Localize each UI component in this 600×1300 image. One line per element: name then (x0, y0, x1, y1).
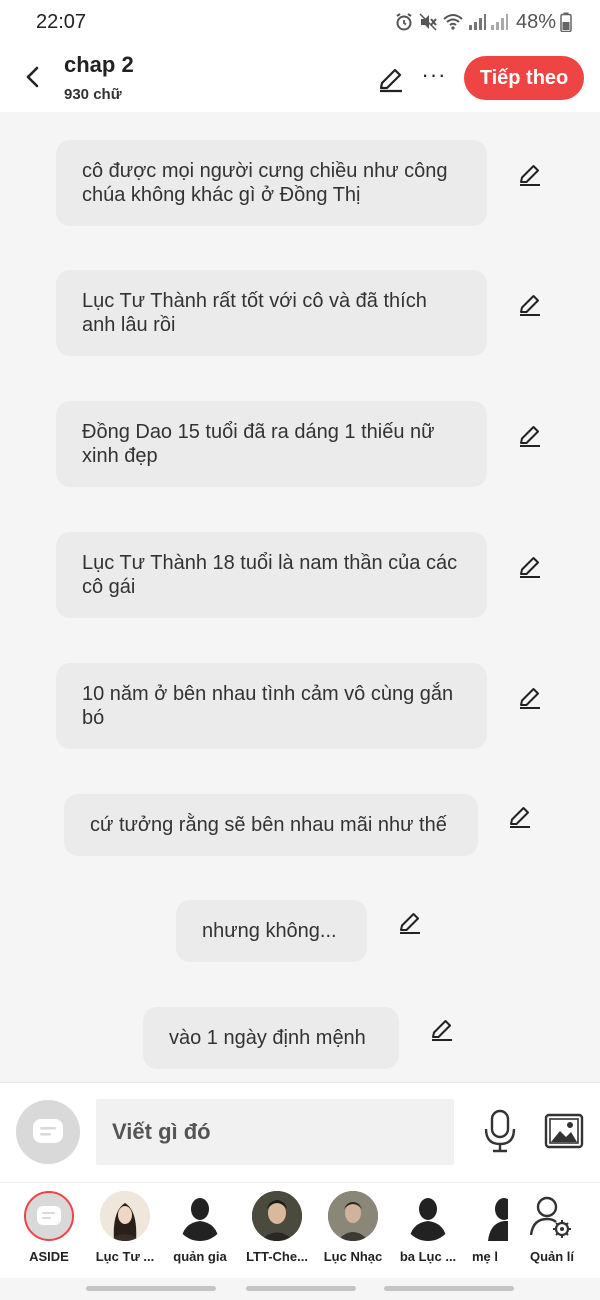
character-item[interactable]: quản gia (163, 1191, 237, 1275)
edit-message-button[interactable] (516, 552, 544, 580)
message-text: cô được mọi người cưng chiều như công ch… (82, 160, 448, 206)
message-text: cứ tưởng rằng sẽ bên nhau mãi như thế (90, 814, 447, 836)
nav-pill[interactable] (246, 1286, 356, 1291)
character-name: quản gia (173, 1249, 227, 1264)
pencil-icon (520, 295, 540, 316)
battery-percent: 48% (515, 10, 556, 33)
system-nav-bar (0, 1278, 600, 1300)
chat-icon (33, 1119, 63, 1143)
character-item[interactable]: Lục Tư ... (88, 1191, 162, 1275)
message-bubble[interactable]: Đồng Dao 15 tuổi đã ra dáng 1 thiếu nữ x… (56, 401, 487, 487)
message-text: Đồng Dao 15 tuổi đã ra dáng 1 thiếu nữ x… (82, 421, 435, 467)
nav-pill[interactable] (86, 1286, 216, 1291)
nav-pill[interactable] (384, 1286, 514, 1291)
character-aside[interactable]: ASIDE (12, 1191, 86, 1275)
pencil-icon (400, 913, 420, 934)
status-time: 22:07 (36, 11, 87, 33)
edit-title-button[interactable] (376, 64, 406, 94)
pencil-icon (520, 557, 540, 578)
user-settings-icon (529, 1196, 571, 1238)
pencil-icon (520, 426, 540, 447)
message-text: nhưng không... (202, 920, 337, 942)
pencil-icon (379, 68, 402, 93)
character-name: mẹ l (472, 1249, 499, 1264)
silhouette-icon (409, 1198, 447, 1241)
character-name: Lục Tư ... (95, 1249, 155, 1264)
character-name: LTT-Che... (246, 1249, 308, 1264)
pencil-icon (432, 1020, 452, 1041)
voice-input-button[interactable] (480, 1107, 520, 1155)
mute-icon (418, 12, 438, 32)
microphone-icon (484, 1109, 516, 1153)
avatar (484, 1191, 508, 1241)
message-bubble[interactable]: vào 1 ngày định mệnh (143, 1007, 399, 1069)
back-arrow-icon (26, 66, 39, 88)
status-icons: 48% (394, 10, 572, 34)
editor-header: chap 2 930 chữ ··· Tiếp theo (0, 44, 600, 112)
character-item[interactable]: mẹ l (458, 1191, 508, 1275)
character-name: ba Lục ... (399, 1249, 457, 1264)
message-bubble[interactable]: 10 năm ở bên nhau tình cảm vô cùng gắn b… (56, 663, 487, 749)
message-bubble[interactable]: Lục Tư Thành rất tốt với cô và đã thích … (56, 270, 487, 356)
edit-message-button[interactable] (516, 421, 544, 449)
manage-characters-button[interactable]: Quản lí (516, 1191, 588, 1275)
status-bar: 22:07 48% (0, 0, 600, 44)
composer (0, 1082, 600, 1183)
edit-message-button[interactable] (516, 160, 544, 188)
edit-message-button[interactable] (516, 683, 544, 711)
edit-message-button[interactable] (428, 1015, 456, 1043)
avatar (175, 1191, 225, 1241)
signal-icon (468, 13, 486, 31)
insert-image-button[interactable] (544, 1111, 584, 1151)
pencil-icon (520, 165, 540, 186)
message-bubble[interactable]: cứ tưởng rằng sẽ bên nhau mãi như thế (64, 794, 478, 856)
character-name: Lục Nhạc (323, 1249, 383, 1264)
pencil-icon (520, 688, 540, 709)
message-bubble[interactable]: cô được mọi người cưng chiều như công ch… (56, 140, 487, 226)
silhouette-icon (488, 1198, 508, 1241)
edit-message-button[interactable] (506, 802, 534, 830)
battery-icon (560, 12, 572, 32)
image-icon (544, 1113, 584, 1149)
silhouette-icon (181, 1198, 219, 1241)
avatar (403, 1191, 453, 1241)
back-button[interactable] (18, 62, 48, 92)
chat-icon (37, 1206, 61, 1225)
message-text: vào 1 ngày định mệnh (169, 1027, 366, 1049)
character-item[interactable]: Lục Nhạc (316, 1191, 390, 1275)
message-list: cô được mọi người cưng chiều như công ch… (0, 112, 600, 1082)
next-button[interactable]: Tiếp theo (464, 56, 584, 100)
message-text: Lục Tư Thành rất tốt với cô và đã thích … (82, 290, 427, 336)
avatar (252, 1191, 302, 1241)
character-name: ASIDE (29, 1249, 69, 1264)
message-text: 10 năm ở bên nhau tình cảm vô cùng gắn b… (82, 683, 454, 729)
character-item[interactable]: LTT-Che... (240, 1191, 314, 1275)
more-options-button[interactable]: ··· (420, 64, 448, 94)
alarm-icon (394, 12, 414, 32)
wifi-icon (442, 12, 464, 32)
edit-message-button[interactable] (516, 290, 544, 318)
character-bar: ASIDE Lục Tư ... quản gia LTT-Che... Lục… (0, 1182, 600, 1279)
signal-icon-2 (490, 13, 508, 31)
avatar (24, 1191, 74, 1241)
chapter-title: chap 2 (64, 52, 134, 77)
message-bubble[interactable]: nhưng không... (176, 900, 367, 962)
edit-message-button[interactable] (396, 908, 424, 936)
avatar (100, 1191, 150, 1241)
character-name: Quản lí (529, 1249, 575, 1264)
message-bubble[interactable]: Lục Tư Thành 18 tuổi là nam thần của các… (56, 532, 487, 618)
manage-icon-wrap (527, 1191, 577, 1241)
avatar (328, 1191, 378, 1241)
message-input[interactable] (96, 1099, 454, 1165)
message-text: Lục Tư Thành 18 tuổi là nam thần của các… (82, 552, 458, 598)
word-count: 930 chữ (64, 86, 122, 103)
character-item[interactable]: ba Lục ... (391, 1191, 465, 1275)
pencil-icon (510, 807, 530, 828)
aside-toggle-button[interactable] (16, 1100, 80, 1164)
